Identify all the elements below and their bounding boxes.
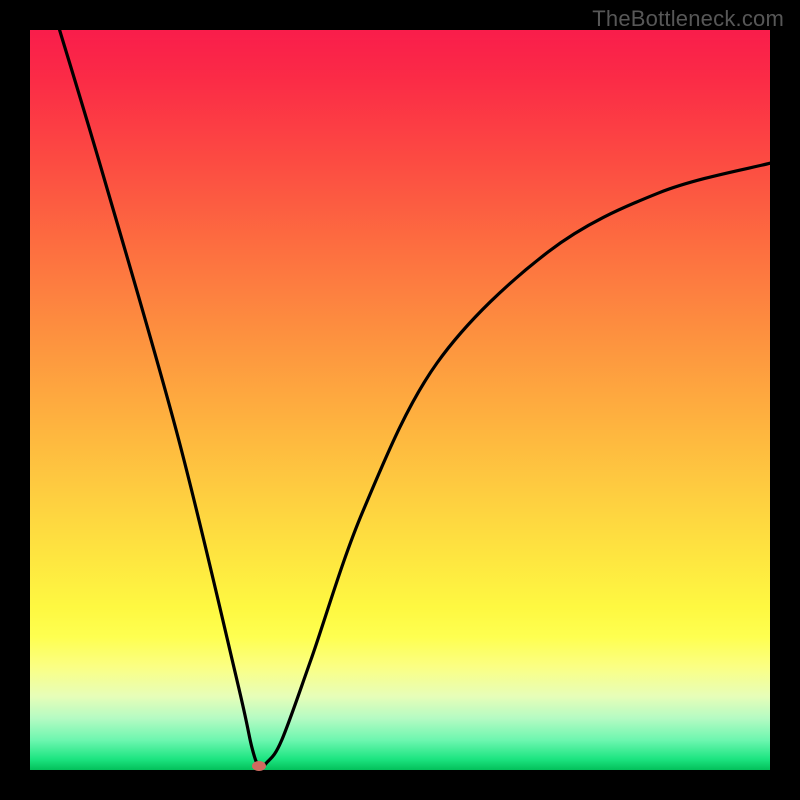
watermark-text: TheBottleneck.com <box>592 6 784 32</box>
chart-plot-area <box>30 30 770 770</box>
chart-background-gradient <box>30 30 770 770</box>
optimal-point-marker <box>252 761 266 771</box>
